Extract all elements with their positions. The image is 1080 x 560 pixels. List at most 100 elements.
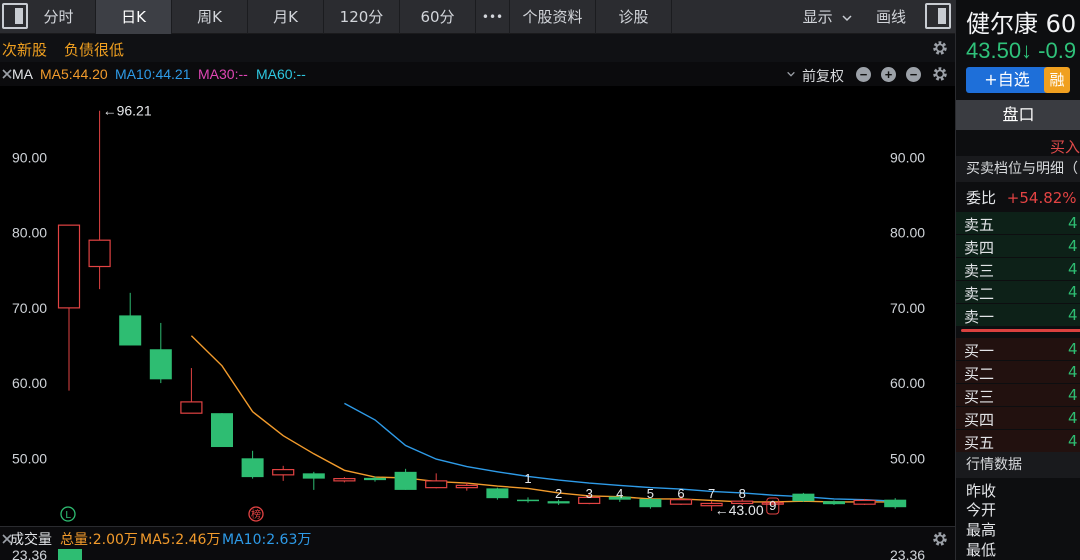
tab-60min[interactable]: 60分 — [400, 0, 476, 34]
buy-level-row[interactable]: 买二 4 — [956, 361, 1080, 383]
y-tick-label-left: 60.00 — [12, 375, 47, 391]
gear-icon[interactable] — [931, 65, 949, 83]
ma30-value: MA30:-- — [198, 66, 248, 82]
stock-tags-row: 次新股 负债很低 — [0, 34, 955, 62]
buy-level-price: 4 — [1068, 386, 1078, 404]
buy-level-label: 买一 — [964, 342, 995, 360]
buy-level-row[interactable]: 买一 4 — [956, 338, 1080, 360]
candle-body — [425, 480, 448, 489]
sell-level-label: 卖二 — [964, 285, 995, 303]
candle-down — [241, 450, 264, 479]
sell-level-row[interactable]: 卖五 4 — [956, 212, 1080, 234]
tab-stock-diagnosis[interactable]: 诊股 — [596, 0, 672, 34]
candle-body — [486, 488, 509, 499]
y-tick-label-right: 50.00 — [890, 450, 925, 466]
candle-body — [211, 413, 233, 448]
buy-button[interactable]: 买入 — [1050, 136, 1080, 157]
display-label: 显示 — [802, 8, 833, 26]
buy-level-row[interactable]: 买五 4 — [956, 430, 1080, 452]
event-badge-text: L — [65, 510, 71, 521]
stat-prev-close: 昨收 — [966, 482, 997, 500]
zoom-in-icon[interactable]: + — [881, 67, 896, 82]
stat-low: 最低 — [966, 541, 997, 559]
event-marker-number: 1 — [524, 471, 531, 486]
candle-down — [119, 292, 142, 346]
y-tick-label-left: 80.00 — [12, 225, 47, 241]
event-marker-number: 8 — [739, 486, 746, 501]
tab-120min[interactable]: 120分 — [324, 0, 400, 34]
sell-level-row[interactable]: 卖二 4 — [956, 281, 1080, 303]
buy-level-row[interactable]: 买三 4 — [956, 384, 1080, 406]
sell-level-row[interactable]: 卖三 4 — [956, 258, 1080, 280]
event-marker-number: 4 — [616, 486, 623, 501]
candle-up — [425, 473, 448, 489]
tab-order-book[interactable]: 盘口 — [956, 100, 1080, 130]
high-price-label: ←96.21 — [103, 103, 152, 119]
candle-down — [517, 497, 539, 503]
y-tick-label-left: 90.00 — [12, 149, 47, 165]
more-periods-button[interactable]: ••• — [476, 0, 510, 34]
tag-low-debt[interactable]: 负债很低 — [64, 39, 124, 60]
quote-panel: 健尔康 60 43.50↓ -0.9 +自选 融 盘口 买入 买卖档位与明细（ … — [955, 0, 1080, 560]
candle-body — [119, 315, 142, 346]
event-marker-number: 6 — [677, 486, 684, 501]
draw-line-button[interactable]: 画线 — [866, 0, 916, 34]
candle-down — [486, 487, 509, 500]
candlestick-chart[interactable]: 90.00 90.00 80.00 80.00 70.00 70.00 60.00 60.00… — [0, 86, 955, 526]
tab-monthly-k[interactable]: 月K — [248, 0, 324, 34]
volume-header: 成交量 总量:2.00万 MA5:2.46万 MA10:2.63万 23.36 … — [0, 526, 955, 560]
order-book-header[interactable]: 买卖档位与明细（ — [956, 156, 1080, 182]
candle-body — [302, 473, 325, 479]
y-tick-label-left: 70.00 — [12, 300, 47, 316]
tab-daily-k[interactable]: 日K — [96, 0, 172, 34]
tag-new-stock[interactable]: 次新股 — [2, 39, 47, 60]
buy-level-price: 4 — [1068, 432, 1078, 450]
order-ratio: 委比 +54.82% — [966, 187, 1077, 208]
ma60-value: MA60:-- — [256, 66, 306, 82]
candle-up — [272, 465, 295, 481]
candle-body — [149, 349, 172, 380]
sell-level-row[interactable]: 卖一 4 — [956, 304, 1080, 326]
candle-up — [333, 477, 356, 483]
display-menu-button[interactable]: 显示 — [790, 0, 866, 34]
market-data-header[interactable]: 行情数据 — [956, 452, 1080, 478]
buy-level-price: 4 — [1068, 340, 1078, 358]
y-tick-label-right: 80.00 — [890, 225, 925, 241]
candle-body — [272, 468, 295, 476]
gear-icon[interactable] — [931, 39, 949, 57]
y-tick-label-left: 50.00 — [12, 450, 47, 466]
candle-body — [241, 458, 264, 478]
close-icon[interactable] — [2, 69, 12, 79]
sidebar-toggle-icon[interactable] — [925, 3, 951, 29]
add-watchlist-button[interactable]: +自选 — [966, 67, 1048, 93]
adjust-mode-button[interactable]: 前复权 — [802, 66, 844, 86]
collapse-icon[interactable]: − — [906, 67, 921, 82]
buy-level-row[interactable]: 买四 4 — [956, 407, 1080, 429]
candle-down — [792, 492, 815, 502]
tab-intraday[interactable]: 分时 — [22, 0, 96, 34]
volume-axis-left: 23.36 — [12, 547, 48, 560]
zoom-out-icon[interactable]: − — [856, 67, 871, 82]
candle-body — [88, 239, 111, 268]
margin-badge[interactable]: 融 — [1044, 67, 1070, 93]
ma5-value: MA5:44.20 — [40, 66, 108, 82]
candle-down — [884, 498, 907, 509]
order-ratio-label: 委比 — [966, 189, 997, 207]
sell-level-price: 4 — [1068, 237, 1078, 255]
candle-down — [211, 413, 233, 448]
candle-body — [823, 501, 845, 505]
tab-weekly-k[interactable]: 周K — [172, 0, 248, 34]
order-ratio-value: +54.82% — [1006, 189, 1077, 207]
sell-level-price: 4 — [1068, 214, 1078, 232]
candle-body — [547, 501, 570, 504]
candle-body — [517, 499, 539, 502]
sell-level-label: 卖三 — [964, 262, 995, 280]
tab-stock-profile[interactable]: 个股资料 — [510, 0, 596, 34]
chevron-down-icon[interactable] — [786, 69, 796, 79]
y-tick-label-right: 90.00 — [890, 149, 925, 165]
buy-level-label: 买三 — [964, 388, 995, 406]
sell-level-row[interactable]: 卖四 4 — [956, 235, 1080, 257]
candle-body — [364, 477, 386, 481]
gear-icon[interactable] — [931, 530, 949, 548]
buy-level-label: 买五 — [964, 434, 995, 452]
